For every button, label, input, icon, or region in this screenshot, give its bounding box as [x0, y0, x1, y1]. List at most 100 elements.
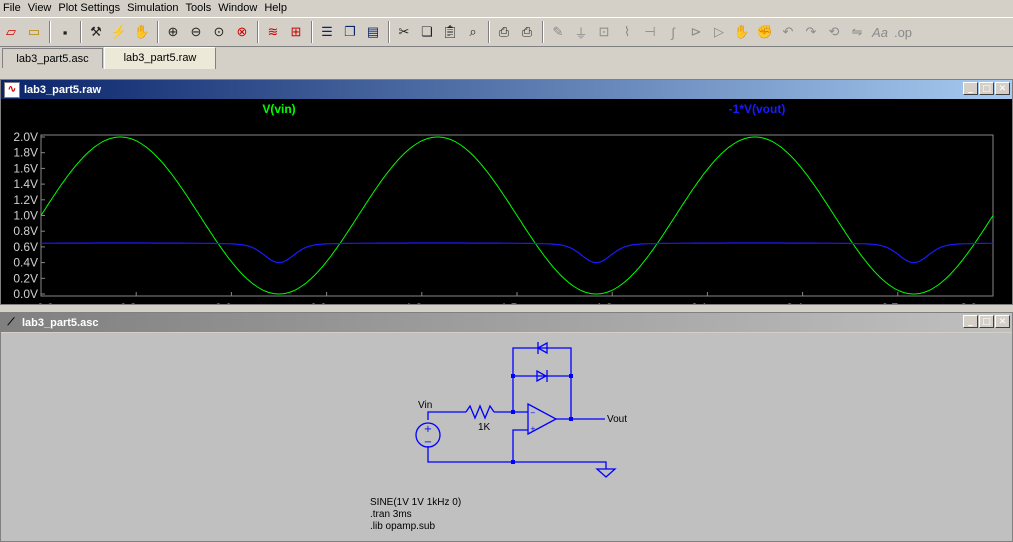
plot-settings-icon[interactable]: ⊞	[285, 21, 307, 43]
zoom-out-icon[interactable]: ⊖	[185, 21, 207, 43]
close-button[interactable]: ✕	[995, 315, 1010, 328]
y-tick-label: 0.0V	[13, 287, 38, 301]
rotate-icon[interactable]: ⟲	[823, 21, 845, 43]
new-schematic-icon[interactable]: ▱	[0, 21, 22, 43]
schematic-title-bar[interactable]: ⟋ lab3_part5.asc _ □ ✕	[1, 313, 1012, 332]
net-label-vout[interactable]: Vout	[607, 414, 627, 425]
trace-label-vin[interactable]: V(vin)	[262, 102, 295, 116]
waveform-chart[interactable]: 0.0V 0.2V0.4V 0.6V 0.8V1.0V 1.2V 1.4V 1.6V1.8V…	[1, 99, 1012, 304]
toolbar-separator	[488, 21, 490, 43]
junction-dot	[569, 417, 573, 421]
save-icon[interactable]: ▪	[54, 21, 76, 43]
text-icon[interactable]: Aa	[869, 21, 891, 43]
zoom-cancel-icon[interactable]: ⊗	[231, 21, 253, 43]
tab-lab3-part5-raw[interactable]: lab3_part5.raw	[104, 47, 216, 69]
ground-symbol[interactable]	[595, 468, 617, 478]
schematic-window: ⟋ lab3_part5.asc _ □ ✕ + − − + Vin Vout …	[0, 312, 1013, 542]
spice-directive-icon[interactable]: .op	[892, 21, 914, 43]
zoom-fit-icon[interactable]: ⊙	[208, 21, 230, 43]
open-icon[interactable]: ▭	[23, 21, 45, 43]
feedback-wire-outer[interactable]	[512, 347, 572, 417]
waveform-title-bar[interactable]: ∿ lab3_part5.raw _ □ ✕	[1, 80, 1012, 99]
x-tick-label: 1.5ms	[501, 301, 534, 304]
mirror-icon[interactable]: ⇋	[846, 21, 868, 43]
close-button[interactable]: ✕	[995, 82, 1010, 95]
capacitor-icon[interactable]: ⊣	[639, 21, 661, 43]
noninverting-wire[interactable]	[512, 429, 528, 462]
menu-help[interactable]: Help	[261, 0, 291, 17]
menu-plot-settings[interactable]: Plot Settings	[55, 0, 124, 17]
spice-directive-lib[interactable]: .lib opamp.sub	[370, 521, 435, 532]
source-plus-sign: +	[424, 424, 432, 435]
component-icon[interactable]: ▷	[708, 21, 730, 43]
inductor-icon[interactable]: ∫	[662, 21, 684, 43]
autorange-icon[interactable]: ≋	[262, 21, 284, 43]
opamp-plus-sign: +	[530, 425, 536, 433]
resistor-value-label[interactable]: 1K	[478, 422, 491, 433]
label-net-icon[interactable]: ⊡	[593, 21, 615, 43]
toolbar-separator	[388, 21, 390, 43]
menu-tools[interactable]: Tools	[183, 0, 216, 17]
waveform-window-title: lab3_part5.raw	[24, 83, 102, 96]
copy-icon[interactable]: ❏	[416, 21, 438, 43]
spice-directive-sine[interactable]: SINE(1V 1V 1kHz 0)	[370, 497, 461, 508]
menu-file[interactable]: File	[0, 0, 25, 17]
maximize-button[interactable]: □	[979, 82, 994, 95]
zoom-in-icon[interactable]: ⊕	[162, 21, 184, 43]
run-icon[interactable]: ⚡	[108, 21, 130, 43]
waveform-window: ∿ lab3_part5.raw _ □ ✕ 0.0V 0.2V 0.4V 0.6V 0…	[0, 79, 1013, 305]
waveform-plot-area[interactable]: 0.0V 0.2V 0.4V 0.6V 0.8V 1.0V 1.2V 1.4V 1.6V 1.8V…	[1, 99, 1012, 304]
tab-lab3-part5-asc[interactable]: lab3_part5.asc	[2, 48, 103, 68]
move-icon[interactable]: ✋	[731, 21, 753, 43]
toolbar-separator	[157, 21, 159, 43]
source-minus-sign: −	[424, 437, 432, 448]
y-tick-label: 0.2V	[13, 271, 38, 285]
diode-icon[interactable]: ⊳	[685, 21, 707, 43]
ground-icon[interactable]: ⏚	[570, 21, 592, 43]
resistor-1k[interactable]	[465, 404, 495, 420]
minimize-button[interactable]: _	[963, 315, 978, 328]
menu-view[interactable]: View	[25, 0, 56, 17]
cascade-icon[interactable]: ❐	[339, 21, 361, 43]
toolbar: ▱ ▭ ▪ ⚒ ⚡ ✋ ⊕ ⊖ ⊙ ⊗ ≋ ⊞ ☰ ❐ ▤ ✂ ❏ 📋︎ ⌕ ⎙…	[0, 17, 1013, 47]
y-tick-label: 1.6V	[13, 161, 38, 175]
print-icon[interactable]: ⎙	[516, 21, 538, 43]
opamp-minus-sign: −	[530, 409, 536, 417]
y-tick-label: 1.4V	[13, 177, 38, 191]
menu-simulation[interactable]: Simulation	[124, 0, 182, 17]
find-icon[interactable]: ⌕	[462, 21, 484, 43]
schematic-canvas[interactable]: + − − + Vin Vout 1K SINE(1V 1V 1kHz 0) .…	[1, 333, 1012, 541]
cut-icon[interactable]: ✂	[393, 21, 415, 43]
vin-wire[interactable]	[427, 411, 466, 420]
tile-horizontal-icon[interactable]: ☰	[316, 21, 338, 43]
x-tick-label: 0.6ms	[215, 301, 248, 304]
ground-wire[interactable]	[427, 446, 607, 469]
x-tick-label: 2.1ms	[691, 301, 724, 304]
toolbar-separator	[80, 21, 82, 43]
drag-icon[interactable]: ✊	[754, 21, 776, 43]
x-tick-label: 3.0ms	[960, 301, 993, 304]
resistor-icon[interactable]: ⌇	[616, 21, 638, 43]
control-panel-icon[interactable]: ⚒	[85, 21, 107, 43]
menu-window[interactable]: Window	[215, 0, 261, 17]
trace-label-vout[interactable]: -1*V(vout)	[729, 102, 786, 116]
pan-icon[interactable]: ✋	[131, 21, 153, 43]
tile-vertical-icon[interactable]: ▤	[362, 21, 384, 43]
x-tick-label: 0.3ms	[120, 301, 153, 304]
minimize-button[interactable]: _	[963, 82, 978, 95]
junction-dot	[511, 410, 515, 414]
net-label-vin[interactable]: Vin	[418, 400, 432, 411]
schematic-drawing[interactable]: + − − + Vin Vout 1K SINE(1V 1V 1kHz 0) .…	[1, 333, 1012, 541]
trace-vout[interactable]	[41, 242, 993, 264]
paste-icon[interactable]: 📋︎	[439, 21, 461, 43]
trace-vin[interactable]	[40, 136, 994, 295]
maximize-button[interactable]: □	[979, 315, 994, 328]
x-tick-label: 2.4ms	[786, 301, 819, 304]
redo-icon[interactable]: ↷	[800, 21, 822, 43]
y-tick-label: 0.4V	[13, 256, 38, 270]
y-tick-label: 1.0V	[13, 209, 38, 223]
undo-icon[interactable]: ↶	[777, 21, 799, 43]
wire-icon[interactable]: ✎	[547, 21, 569, 43]
print-setup-icon[interactable]: ⎙	[493, 21, 515, 43]
spice-directive-tran[interactable]: .tran 3ms	[370, 509, 412, 520]
